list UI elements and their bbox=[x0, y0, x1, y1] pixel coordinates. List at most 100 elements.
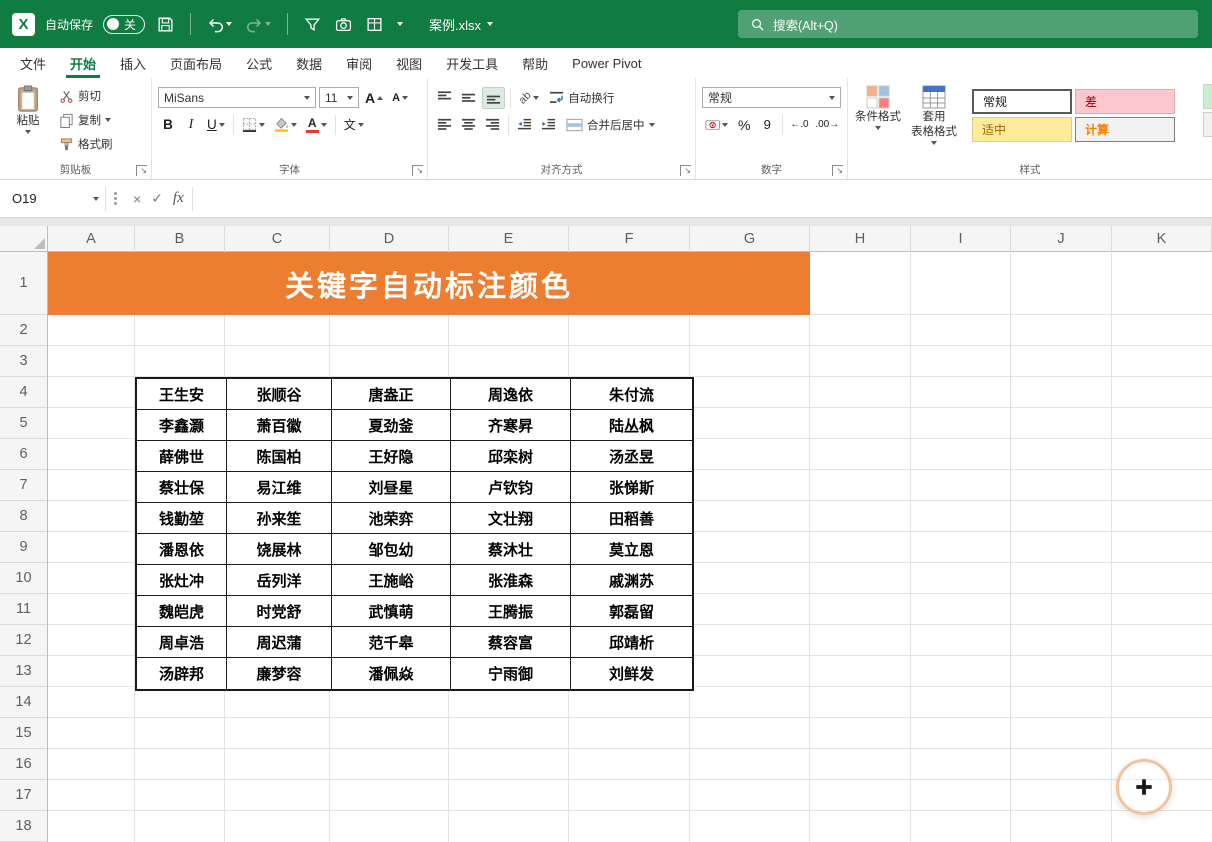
fill-color-button[interactable] bbox=[271, 114, 300, 136]
font-dialog-launcher[interactable]: ↘ bbox=[412, 165, 423, 176]
row-header-2[interactable]: 2 bbox=[0, 315, 47, 346]
table-cell-r4c3[interactable]: 张顺谷 bbox=[227, 379, 332, 410]
formula-bar-handle[interactable] bbox=[114, 192, 117, 205]
table-cell-r7c2[interactable]: 蔡壮保 bbox=[137, 472, 227, 503]
clipboard-dialog-launcher[interactable]: ↘ bbox=[136, 165, 147, 176]
decrease-indent-button[interactable] bbox=[514, 114, 535, 136]
number-dialog-launcher[interactable]: ↘ bbox=[832, 165, 843, 176]
search-box[interactable]: 搜索(Alt+Q) bbox=[738, 10, 1198, 38]
tab-帮助[interactable]: 帮助 bbox=[510, 48, 560, 78]
italic-button[interactable]: I bbox=[181, 114, 201, 136]
row-header-3[interactable]: 3 bbox=[0, 346, 47, 377]
column-header-D[interactable]: D bbox=[330, 226, 449, 252]
tab-Power Pivot[interactable]: Power Pivot bbox=[560, 48, 653, 78]
comma-style-button[interactable]: 9 bbox=[757, 114, 777, 136]
table-cell-r6c2[interactable]: 薛佛世 bbox=[137, 441, 227, 472]
table-cell-r7c6[interactable]: 张悌斯 bbox=[571, 472, 692, 503]
table-cell-r9c2[interactable]: 潘恩依 bbox=[137, 534, 227, 565]
tab-页面布局[interactable]: 页面布局 bbox=[158, 48, 234, 78]
wrap-text-button[interactable]: 自动换行 bbox=[545, 87, 618, 109]
table-cell-r10c2[interactable]: 张灶冲 bbox=[137, 565, 227, 596]
table-cell-r8c5[interactable]: 文壮翔 bbox=[451, 503, 571, 534]
table-cell-r9c5[interactable]: 蔡沐壮 bbox=[451, 534, 571, 565]
qat-customize-button[interactable] bbox=[395, 20, 405, 28]
tab-开始[interactable]: 开始 bbox=[58, 48, 108, 78]
column-header-I[interactable]: I bbox=[911, 226, 1011, 252]
align-left-button[interactable] bbox=[434, 114, 455, 136]
table-cell-r8c2[interactable]: 钱勤堃 bbox=[137, 503, 227, 534]
column-header-C[interactable]: C bbox=[225, 226, 330, 252]
column-header-G[interactable]: G bbox=[690, 226, 810, 252]
style-swatch-常规[interactable]: 常规 bbox=[972, 89, 1072, 114]
tab-视图[interactable]: 视图 bbox=[384, 48, 434, 78]
row-header-7[interactable]: 7 bbox=[0, 470, 47, 501]
row-header-15[interactable]: 15 bbox=[0, 718, 47, 749]
tab-文件[interactable]: 文件 bbox=[8, 48, 58, 78]
row-header-12[interactable]: 12 bbox=[0, 625, 47, 656]
font-size-combo[interactable]: 11 bbox=[319, 87, 359, 108]
table-cell-r8c4[interactable]: 池荣弈 bbox=[332, 503, 451, 534]
bottom-align-button[interactable] bbox=[482, 87, 505, 109]
table-cell-r5c4[interactable]: 夏劲釜 bbox=[332, 410, 451, 441]
table-cell-r10c5[interactable]: 张淮森 bbox=[451, 565, 571, 596]
cancel-button[interactable]: × bbox=[133, 191, 141, 207]
table-cell-r6c6[interactable]: 汤丞昱 bbox=[571, 441, 692, 472]
table-cell-r8c6[interactable]: 田稻善 bbox=[571, 503, 692, 534]
undo-button[interactable] bbox=[205, 14, 234, 35]
borders-button[interactable] bbox=[239, 114, 268, 136]
table-cell-r6c5[interactable]: 邱栾树 bbox=[451, 441, 571, 472]
tab-开发工具[interactable]: 开发工具 bbox=[434, 48, 510, 78]
table-cell-r5c2[interactable]: 李鑫灏 bbox=[137, 410, 227, 441]
redo-button[interactable] bbox=[244, 14, 273, 35]
copy-button[interactable]: 复制 bbox=[56, 109, 116, 131]
merge-center-button[interactable]: 合并后居中 bbox=[562, 114, 659, 136]
top-align-button[interactable] bbox=[434, 87, 455, 109]
bold-button[interactable]: B bbox=[158, 114, 178, 136]
filter-quick-button[interactable] bbox=[302, 14, 323, 35]
formula-input[interactable] bbox=[193, 180, 1212, 217]
row-header-8[interactable]: 8 bbox=[0, 501, 47, 532]
conditional-formatting-button[interactable]: 条件格式 bbox=[852, 83, 904, 145]
select-all-corner[interactable] bbox=[0, 226, 48, 252]
row-header-17[interactable]: 17 bbox=[0, 780, 47, 811]
row-header-4[interactable]: 4 bbox=[0, 377, 47, 408]
name-box[interactable]: O19 bbox=[6, 187, 106, 211]
middle-align-button[interactable] bbox=[458, 87, 479, 109]
row-header-16[interactable]: 16 bbox=[0, 749, 47, 780]
column-header-B[interactable]: B bbox=[135, 226, 225, 252]
table-cell-r10c6[interactable]: 戚渊苏 bbox=[571, 565, 692, 596]
row-header-5[interactable]: 5 bbox=[0, 408, 47, 439]
table-cell-r13c4[interactable]: 潘佩焱 bbox=[332, 658, 451, 689]
table-cell-r12c4[interactable]: 范千皋 bbox=[332, 627, 451, 658]
font-family-combo[interactable]: MiSans bbox=[158, 87, 316, 108]
column-header-F[interactable]: F bbox=[569, 226, 690, 252]
table-cell-r11c4[interactable]: 武慎萌 bbox=[332, 596, 451, 627]
increase-font-button[interactable]: A bbox=[362, 87, 386, 109]
table-cell-r4c2[interactable]: 王生安 bbox=[137, 379, 227, 410]
font-color-button[interactable]: A bbox=[303, 114, 330, 136]
document-title[interactable]: 案例.xlsx bbox=[429, 15, 493, 34]
table-cell-r12c3[interactable]: 周迟蒲 bbox=[227, 627, 332, 658]
table-cell-r13c5[interactable]: 宁雨御 bbox=[451, 658, 571, 689]
orientation-button[interactable]: ab bbox=[516, 87, 542, 109]
style-swatch-计算[interactable]: 计算 bbox=[1075, 117, 1175, 142]
style-swatch-差[interactable]: 差 bbox=[1075, 89, 1175, 114]
style-swatch-partial[interactable] bbox=[1203, 112, 1212, 137]
camera-quick-button[interactable] bbox=[333, 14, 354, 35]
format-as-table-button[interactable]: 套用 表格格式 bbox=[908, 83, 960, 145]
column-header-J[interactable]: J bbox=[1011, 226, 1112, 252]
decrease-font-button[interactable]: A bbox=[389, 87, 411, 109]
decrease-decimal-button[interactable]: .00→ bbox=[814, 114, 841, 136]
row-header-13[interactable]: 13 bbox=[0, 656, 47, 687]
table-cell-r7c5[interactable]: 卢钦钧 bbox=[451, 472, 571, 503]
table-cell-r4c4[interactable]: 唐盎正 bbox=[332, 379, 451, 410]
table-cell-r5c6[interactable]: 陆丛枫 bbox=[571, 410, 692, 441]
table-cell-r13c6[interactable]: 刘鲜发 bbox=[571, 658, 692, 689]
table-cell-r10c3[interactable]: 岳列洋 bbox=[227, 565, 332, 596]
row-header-10[interactable]: 10 bbox=[0, 563, 47, 594]
row-header-14[interactable]: 14 bbox=[0, 687, 47, 718]
enter-button[interactable]: ✓ bbox=[151, 190, 163, 207]
save-button[interactable] bbox=[155, 14, 176, 35]
table-cell-r11c2[interactable]: 魏皑虎 bbox=[137, 596, 227, 627]
row-header-1[interactable]: 1 bbox=[0, 252, 47, 315]
